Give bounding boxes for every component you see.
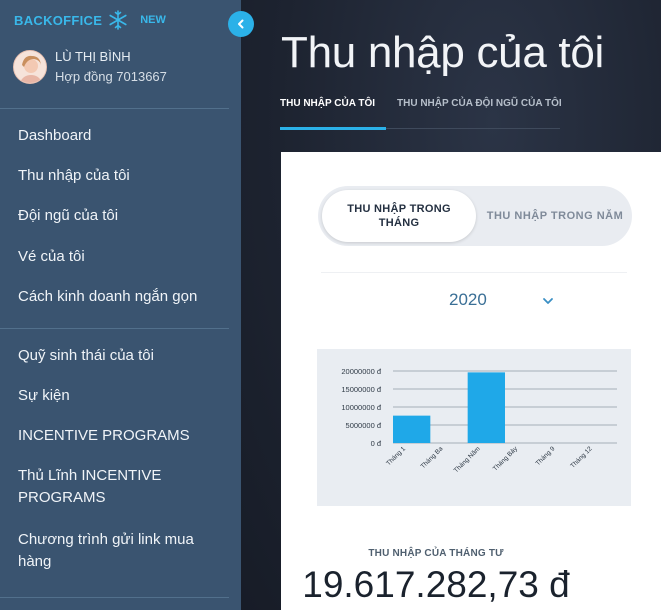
income-month-value: 19.617.282,73 đ [302,564,570,605]
year-select[interactable]: 2020 [449,290,487,310]
income-card: THU NHẬP TRONG THÁNG THU NHẬP TRONG NĂM … [281,152,661,610]
period-toggle: THU NHẬP TRONG THÁNG THU NHẬP TRONG NĂM [318,186,632,246]
sidebar-item-label-line2: hàng [18,553,52,570]
sidebar-divider [0,108,229,109]
sidebar-item-label-line1: Thủ Lĩnh INCENTIVE [18,467,162,484]
income-month-label: THU NHẬP CỦA THÁNG TƯ [368,548,504,559]
brand[interactable]: BACKOFFICE NEW [14,10,166,30]
user-name: LÙ THỊ BÌNH [55,49,131,64]
collapse-sidebar-button[interactable] [228,11,254,37]
chevron-down-icon[interactable] [541,294,555,308]
chart-x-tick-label: Tháng Bảy [492,445,520,473]
chart-y-tick-label: 10000000 đ [341,403,381,412]
sidebar-divider [0,597,229,598]
sidebar-item-dashboard[interactable]: Dashboard [18,125,91,147]
income-tabs: THU NHẬP CỦA TÔI THU NHẬP CỦA ĐỘI NGŨ CỦ… [280,98,562,134]
sidebar: BACKOFFICE NEW LÙ THỊ BÌNH Hợp đồng 7013… [0,0,241,610]
user-profile[interactable]: LÙ THỊ BÌNH Hợp đồng 7013667 [13,47,167,87]
toggle-monthly-income[interactable]: THU NHẬP TRONG THÁNG [322,190,476,242]
brand-name: BACKOFFICE [14,12,103,28]
sidebar-item-eco-fund[interactable]: Quỹ sinh thái của tôi [18,345,154,367]
chart-bar [467,372,505,443]
sidebar-item-business-brief[interactable]: Cách kinh doanh ngắn gọn [18,286,197,308]
sidebar-item-my-team[interactable]: Đội ngũ của tôi [18,205,118,227]
snowflake-logo-icon [109,10,127,30]
tab-my-income[interactable]: THU NHẬP CỦA TÔI [280,98,375,109]
chart-bar [393,415,431,443]
toggle-monthly-label-line2: THÁNG [378,217,420,229]
page-title: Thu nhập của tôi [281,28,604,77]
chart-x-tick-label: Tháng 12 [569,445,594,470]
sidebar-item-label-line1: Chương trình gửi link mua [18,531,194,548]
sidebar-item-incentive-programs[interactable]: INCENTIVE PROGRAMS [18,425,190,447]
income-chart: 0 đ 5000000 đ 10000000 đ 15000000 đ 20000000… [317,349,631,506]
sidebar-divider [0,328,229,329]
tab-team-income[interactable]: THU NHẬP CỦA ĐỘI NGŨ CỦA TÔI [397,98,562,109]
chevron-left-icon [238,19,244,29]
toggle-yearly-income[interactable]: THU NHẬP TRONG NĂM [478,186,632,246]
sidebar-item-my-tickets[interactable]: Vé của tôi [18,246,85,268]
user-contract: Hợp đồng 7013667 [55,69,167,84]
card-divider [321,272,627,273]
income-bar-chart: 0 đ 5000000 đ 10000000 đ 15000000 đ 20000000… [341,367,617,474]
chart-x-tick-label: Tháng Ba [420,445,445,470]
chart-x-tick-label: Tháng Năm [453,445,482,474]
chart-x-tick-label: Tháng 1 [385,445,407,467]
sidebar-item-my-income[interactable]: Thu nhập của tôi [18,165,130,187]
toggle-monthly-label-line1: THU NHẬP TRONG [347,203,451,215]
chart-y-tick-label: 0 đ [371,439,382,448]
chart-y-tick-label: 20000000 đ [341,367,381,376]
chart-y-tick-label: 15000000 đ [341,385,381,394]
sidebar-item-label-line2: PROGRAMS [18,489,106,506]
brand-new-badge: NEW [140,14,166,26]
avatar [13,50,47,84]
main-content: Thu nhập của tôi THU NHẬP CỦA TÔI THU NH… [241,0,661,610]
chart-x-tick-label: Tháng 9 [535,445,557,467]
sidebar-item-events[interactable]: Sự kiện [18,385,70,407]
sidebar-item-purchase-link-program[interactable]: Chương trình gửi link mua hàng [18,529,194,573]
sidebar-item-leader-incentive-programs[interactable]: Thủ Lĩnh INCENTIVE PROGRAMS [18,465,161,509]
chart-y-tick-label: 5000000 đ [346,421,382,430]
active-tab-indicator [280,127,386,130]
